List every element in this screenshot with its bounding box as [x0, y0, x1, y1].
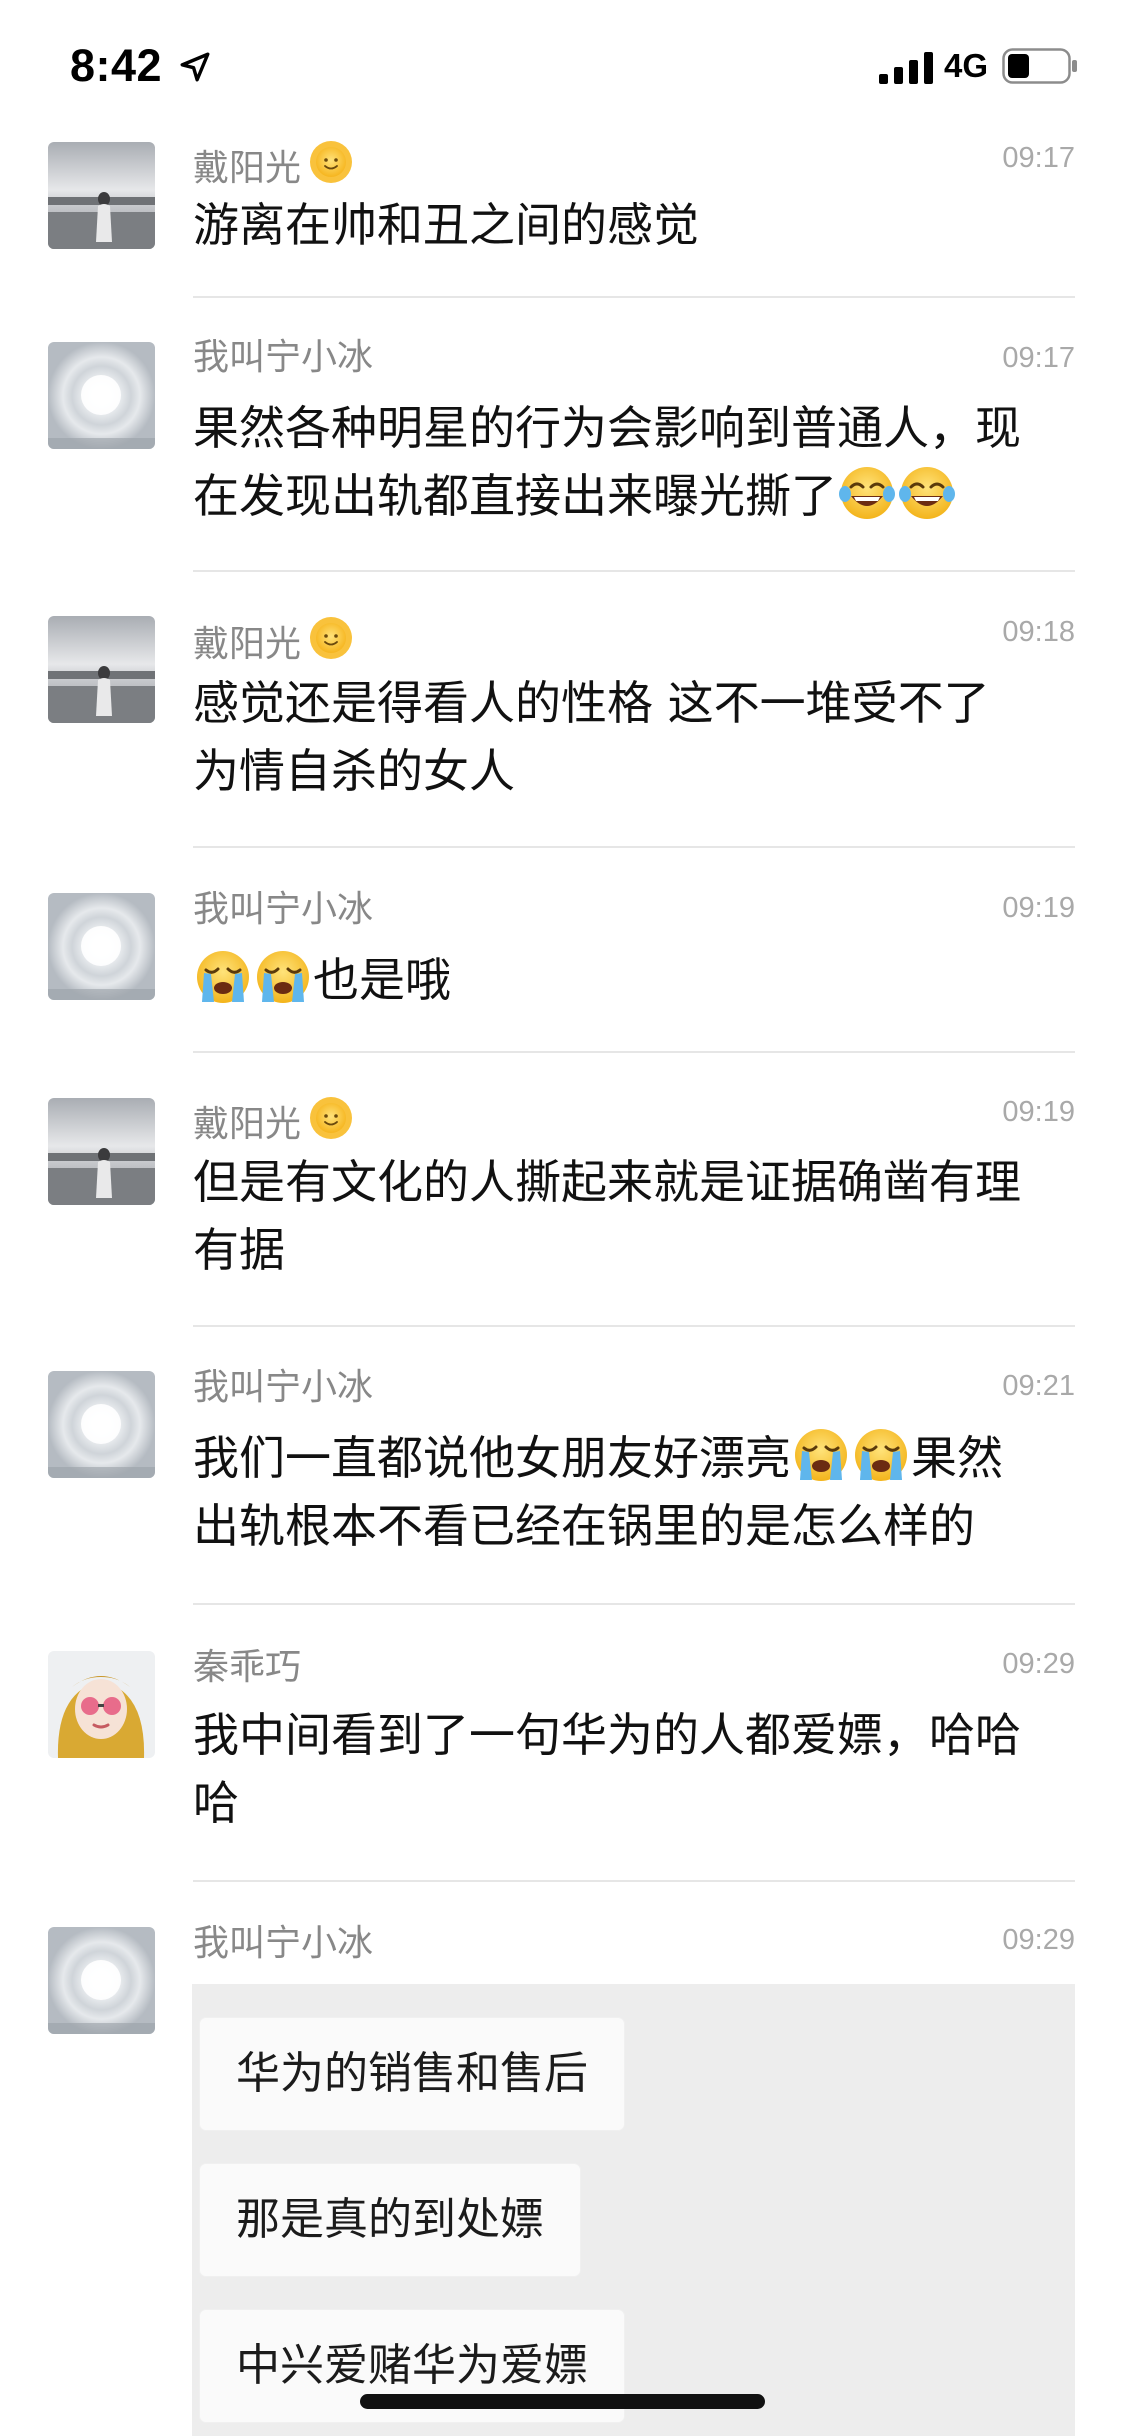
sender-name: 我叫宁小冰	[193, 889, 374, 930]
message-text-part: 有据	[193, 1223, 285, 1277]
message-image[interactable]: 华为的销售和售后 那是真的到处嫖 中兴爱赌华为爱嫖	[192, 1984, 1075, 2436]
sun-emoji-icon	[310, 1097, 353, 1139]
message-text[interactable]: 游离在帅和丑之间的感觉	[193, 191, 1075, 259]
sender-name: 秦乖巧	[193, 1647, 302, 1688]
avatar[interactable]	[48, 616, 155, 723]
avatar[interactable]	[48, 893, 155, 1000]
sender-name: 戴阳光	[193, 148, 302, 189]
message-text[interactable]: 也是哦	[193, 946, 1075, 1014]
message-time: 09:19	[1002, 1096, 1075, 1128]
status-bar: 8:42 4G	[0, 0, 1125, 134]
message-text[interactable]: 果然各种明星的行为会影响到普通人，现 在发现出轨都直接出来曝光撕了	[193, 394, 1075, 530]
message-time: 09:29	[1002, 1924, 1075, 1956]
message-text-part: 我们一直都说他女朋友好漂亮	[193, 1431, 791, 1485]
network-type: 4G	[944, 47, 989, 84]
message-text-part: 为情自杀的女人	[193, 744, 515, 798]
message-text-part: 也是哦	[313, 953, 451, 1007]
avatar[interactable]	[48, 1927, 155, 2034]
message-text-part: 果然	[911, 1431, 1003, 1485]
avatar[interactable]	[48, 342, 155, 449]
message-text-part: 感觉还是得看人的性格 这不一堆受不了	[193, 676, 990, 730]
loudly-crying-face-icon	[197, 951, 249, 1003]
message-text[interactable]: 我中间看到了一句华为的人都爱嫖，哈哈哈	[193, 1701, 1075, 1837]
message-time: 09:18	[1002, 616, 1075, 648]
loudly-crying-face-icon	[855, 1429, 907, 1481]
loudly-crying-face-icon	[257, 951, 309, 1003]
message-text[interactable]: 我们一直都说他女朋友好漂亮 果然出轨根本不看已经在锅里的是怎么样的	[193, 1424, 1075, 1560]
divider	[193, 296, 1075, 298]
sun-emoji-icon	[310, 617, 353, 659]
avatar[interactable]	[48, 142, 155, 249]
message-time: 09:17	[1002, 342, 1075, 374]
divider	[193, 1603, 1075, 1605]
cellular-signal-icon	[879, 52, 933, 84]
avatar[interactable]	[48, 1651, 155, 1758]
sender-name: 我叫宁小冰	[193, 337, 374, 378]
message-text[interactable]: 感觉还是得看人的性格 这不一堆受不了 为情自杀的女人	[193, 669, 1075, 805]
message-text-part: 游离在帅和丑之间的感觉	[193, 198, 699, 252]
message-time: 09:19	[1002, 892, 1075, 924]
message-text-part: 在发现出轨都直接出来曝光撕了	[193, 469, 837, 523]
sender-name: 我叫宁小冰	[193, 1923, 374, 1964]
message-text-part: 出轨根本不看已经在锅里的是怎么样的	[193, 1499, 975, 1553]
divider	[193, 1051, 1075, 1053]
sender-name: 戴阳光	[193, 1104, 302, 1145]
message-text-part: 但是有文化的人撕起来就是证据确凿有理	[193, 1155, 1021, 1209]
home-indicator[interactable]	[360, 2394, 765, 2409]
divider	[193, 846, 1075, 848]
avatar[interactable]	[48, 1098, 155, 1205]
message-text-part: 我中间看到了一句华为的人都爱嫖，哈哈	[193, 1708, 1021, 1762]
avatar[interactable]	[48, 1371, 155, 1478]
divider	[193, 1880, 1075, 1882]
battery-icon	[1002, 48, 1077, 84]
face-with-tears-of-joy-icon	[899, 467, 955, 519]
message-time: 09:21	[1002, 1370, 1075, 1402]
divider	[193, 1325, 1075, 1327]
message-time: 09:29	[1002, 1648, 1075, 1680]
status-time: 8:42	[70, 40, 163, 91]
loudly-crying-face-icon	[795, 1429, 847, 1481]
image-text-bubble: 那是真的到处嫖	[200, 2164, 580, 2276]
message-time: 09:17	[1002, 142, 1075, 174]
sender-name: 戴阳光	[193, 624, 302, 665]
sender-name: 我叫宁小冰	[193, 1367, 374, 1408]
divider	[193, 570, 1075, 572]
sun-emoji-icon	[310, 141, 353, 183]
location-arrow-icon	[180, 52, 210, 82]
message-text-part: 果然各种明星的行为会影响到普通人，现	[193, 401, 1021, 455]
message-text[interactable]: 但是有文化的人撕起来就是证据确凿有理 有据	[193, 1148, 1075, 1284]
face-with-tears-of-joy-icon	[839, 467, 895, 519]
image-text-bubble: 华为的销售和售后	[200, 2018, 624, 2130]
message-text-part: 哈	[193, 1776, 239, 1830]
